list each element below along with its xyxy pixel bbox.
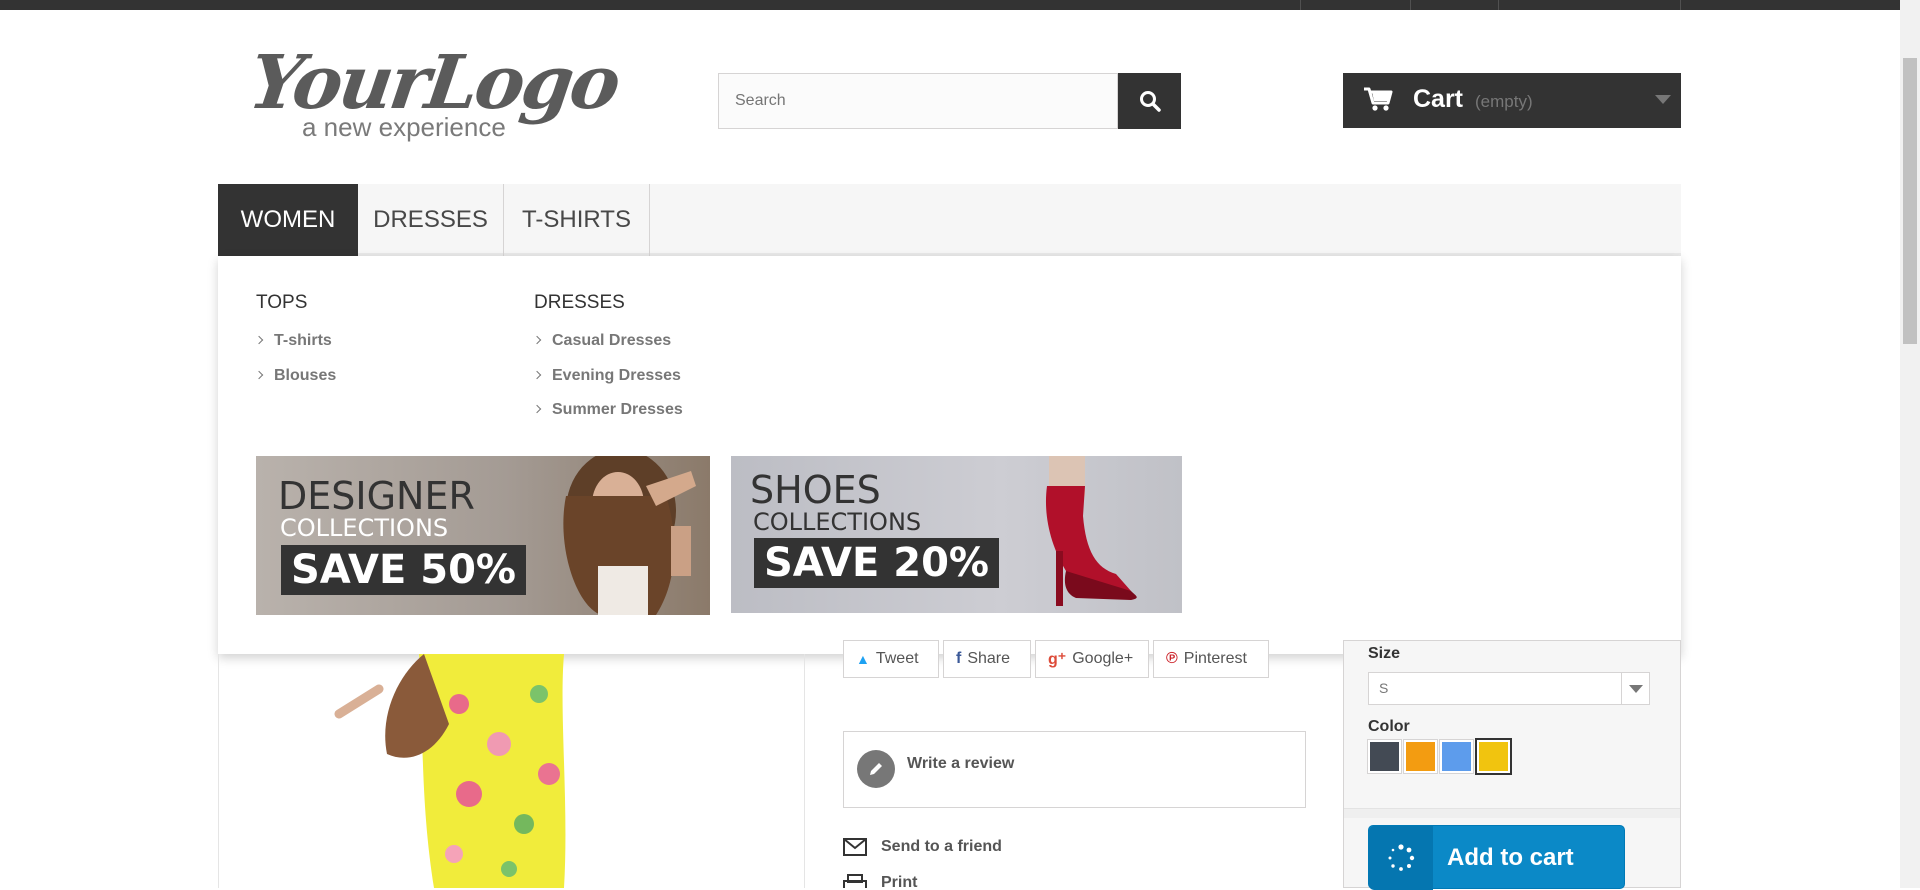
size-label: Size	[1368, 645, 1401, 662]
search-form	[718, 73, 1181, 129]
loading-spinner-icon	[1369, 826, 1433, 890]
search-button[interactable]	[1118, 73, 1181, 129]
product-image[interactable]	[218, 654, 805, 888]
facebook-share-button[interactable]: f Share	[943, 640, 1031, 678]
model-photo	[563, 456, 696, 615]
submenu-link-blouses[interactable]: Blouses	[254, 367, 336, 385]
search-icon	[1139, 91, 1161, 112]
red-shoe-photo	[1045, 456, 1137, 606]
top-bar-separator	[1410, 0, 1411, 10]
chevron-right-icon	[532, 335, 542, 345]
logo-tagline: a new experience	[302, 112, 506, 142]
banner-discount: SAVE 50%	[281, 545, 526, 595]
chevron-down-icon	[1655, 95, 1671, 104]
cart-label: Cart	[1413, 85, 1464, 113]
top-nav-bar	[0, 0, 1920, 10]
banner-subheading: COLLECTIONS	[280, 514, 449, 542]
search-input[interactable]	[718, 73, 1118, 129]
banner-subheading: COLLECTIONS	[753, 508, 922, 536]
add-to-cart-label: Add to cart	[1447, 844, 1574, 871]
google-plus-button[interactable]: g⁺ Google+	[1035, 640, 1149, 678]
banner-heading: DESIGNER	[278, 474, 475, 518]
cart-button[interactable]: Cart (empty)	[1343, 73, 1681, 128]
google-plus-icon: g⁺	[1048, 651, 1067, 668]
printer-icon	[843, 874, 867, 888]
submenu-link-t-shirts[interactable]: T-shirts	[254, 332, 332, 350]
color-swatch-orange[interactable]	[1403, 739, 1438, 774]
tweet-button[interactable]: ▲ Tweet	[843, 640, 939, 678]
shoes-collections-banner[interactable]: SHOES COLLECTIONS SAVE 20%	[731, 456, 1182, 613]
write-review-label: Write a review	[907, 755, 1015, 772]
menu-item-t-shirts[interactable]: T-SHIRTS	[504, 184, 650, 256]
pencil-icon	[857, 750, 895, 788]
banner-discount: SAVE 20%	[754, 538, 999, 588]
envelope-icon	[843, 838, 867, 856]
cart-status: (empty)	[1475, 92, 1533, 111]
shopping-cart-icon	[1363, 86, 1393, 117]
size-select[interactable]: S	[1368, 672, 1650, 705]
twitter-icon: ▲	[856, 651, 870, 667]
women-submenu: TOPS T-shirts Blouses DRESSES Casual Dre…	[218, 256, 1681, 654]
print-link[interactable]: Print	[843, 874, 943, 888]
chevron-down-icon	[1621, 673, 1649, 704]
submenu-link-summer-dresses[interactable]: Summer Dresses	[532, 401, 683, 419]
submenu-title-dresses[interactable]: DRESSES	[534, 292, 625, 314]
banner-heading: SHOES	[750, 468, 881, 512]
color-swatch-yellow[interactable]	[1475, 738, 1512, 775]
chevron-right-icon	[532, 404, 542, 414]
designer-collections-banner[interactable]: DESIGNER COLLECTIONS SAVE 50%	[256, 456, 710, 615]
send-to-friend-link[interactable]: Send to a friend	[843, 838, 1043, 860]
write-review-button[interactable]: Write a review	[843, 731, 1306, 808]
submenu-link-casual-dresses[interactable]: Casual Dresses	[532, 332, 671, 350]
main-menu: WOMEN DRESSES T-SHIRTS	[218, 184, 1681, 256]
site-logo[interactable]: YourLogo a new experience	[244, 40, 623, 145]
color-swatch-dark-gray[interactable]	[1367, 739, 1402, 774]
scrollbar-thumb[interactable]	[1903, 58, 1917, 344]
buy-box: Size S Color Add to cart	[1343, 640, 1681, 890]
add-to-cart-button[interactable]: Add to cart	[1368, 825, 1625, 890]
size-value: S	[1379, 680, 1389, 696]
submenu-link-evening-dresses[interactable]: Evening Dresses	[532, 367, 681, 385]
chevron-right-icon	[254, 370, 264, 380]
divider	[1344, 808, 1680, 818]
menu-item-women[interactable]: WOMEN	[218, 184, 358, 256]
pinterest-button[interactable]: ℗ Pinterest	[1153, 640, 1269, 678]
menu-item-dresses[interactable]: DRESSES	[358, 184, 504, 256]
pinterest-icon: ℗	[1166, 650, 1178, 667]
color-label: Color	[1368, 718, 1410, 735]
chevron-right-icon	[532, 370, 542, 380]
dress-photo	[334, 654, 566, 888]
top-bar-separator	[1300, 0, 1301, 10]
chevron-right-icon	[254, 335, 264, 345]
color-swatch-blue[interactable]	[1439, 739, 1474, 774]
top-bar-separator	[1680, 0, 1681, 10]
facebook-icon: f	[956, 650, 962, 667]
top-bar-separator	[1498, 0, 1499, 10]
submenu-title-tops[interactable]: TOPS	[256, 292, 307, 314]
page-scrollbar[interactable]	[1900, 0, 1920, 888]
